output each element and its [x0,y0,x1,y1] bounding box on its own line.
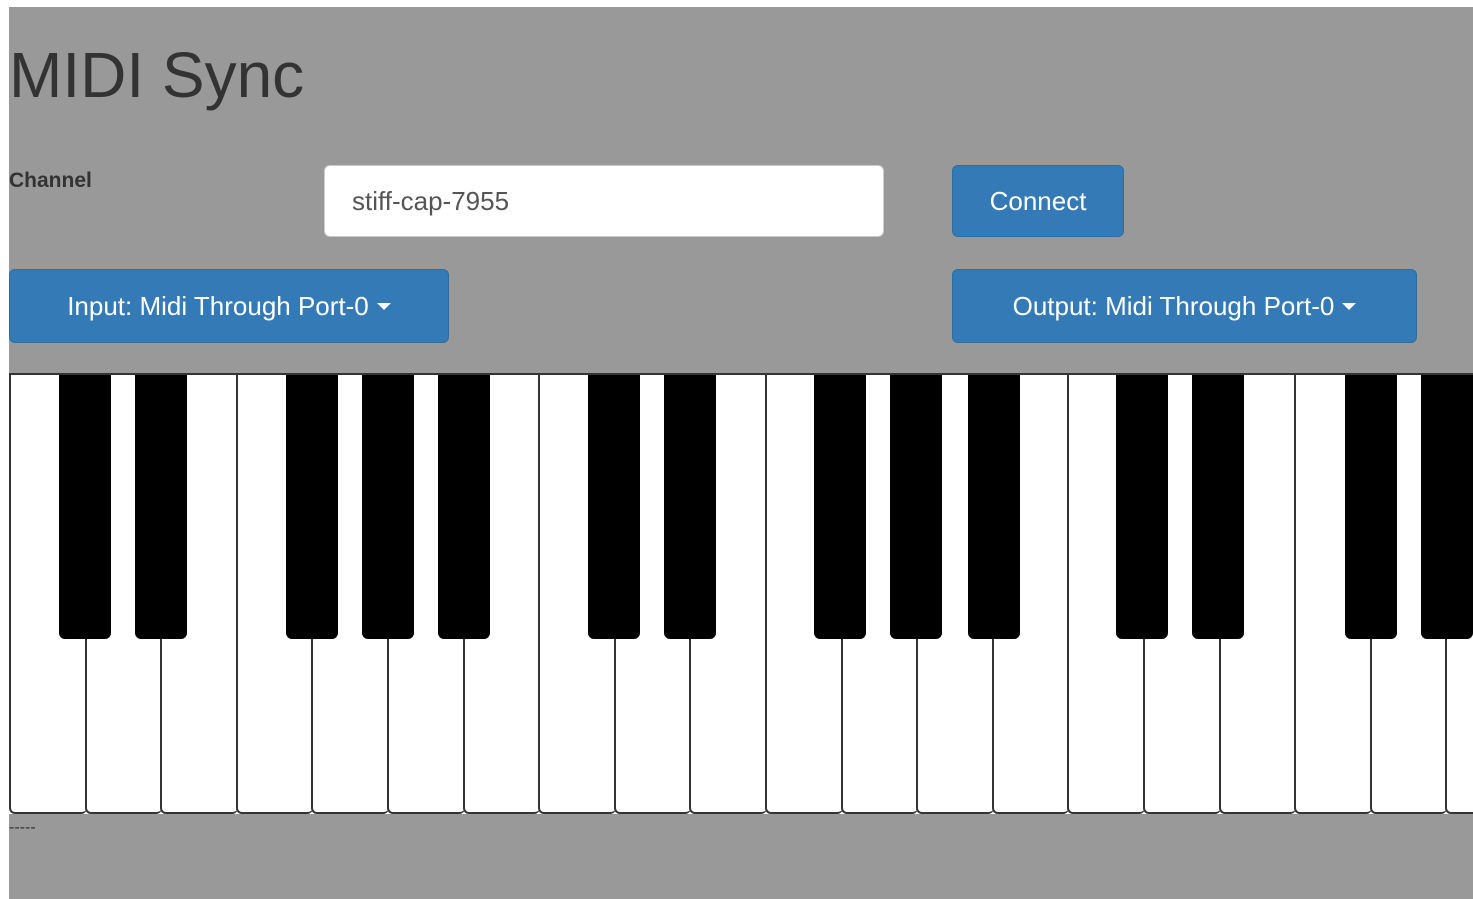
black-key[interactable] [135,375,187,639]
connect-button-label: Connect [989,185,1087,216]
black-key[interactable] [664,375,716,639]
black-key[interactable] [1421,375,1473,639]
caret-down-icon [376,302,391,310]
black-key[interactable] [438,375,490,639]
channel-input[interactable] [324,165,884,237]
black-key[interactable] [59,375,111,639]
app-container: MIDI Sync Channel Connect Input: Midi Th… [9,7,1473,899]
black-key[interactable] [362,375,414,639]
input-port-label: Input: Midi Through Port-0 [67,290,369,321]
piano-keyboard[interactable] [9,373,1473,814]
black-key[interactable] [968,375,1020,639]
black-key[interactable] [1345,375,1397,639]
black-key[interactable] [286,375,338,639]
status-text: ----- [9,819,36,836]
black-key[interactable] [1116,375,1168,639]
black-key[interactable] [588,375,640,639]
black-key[interactable] [890,375,942,639]
black-key[interactable] [1192,375,1244,639]
input-port-dropdown[interactable]: Input: Midi Through Port-0 [9,269,449,343]
black-key[interactable] [814,375,866,639]
connect-button[interactable]: Connect [952,165,1124,237]
caret-down-icon [1342,302,1357,310]
output-port-label: Output: Midi Through Port-0 [1012,290,1335,321]
channel-label: Channel [9,169,92,192]
page-title: MIDI Sync [9,39,305,111]
output-port-dropdown[interactable]: Output: Midi Through Port-0 [952,269,1417,343]
